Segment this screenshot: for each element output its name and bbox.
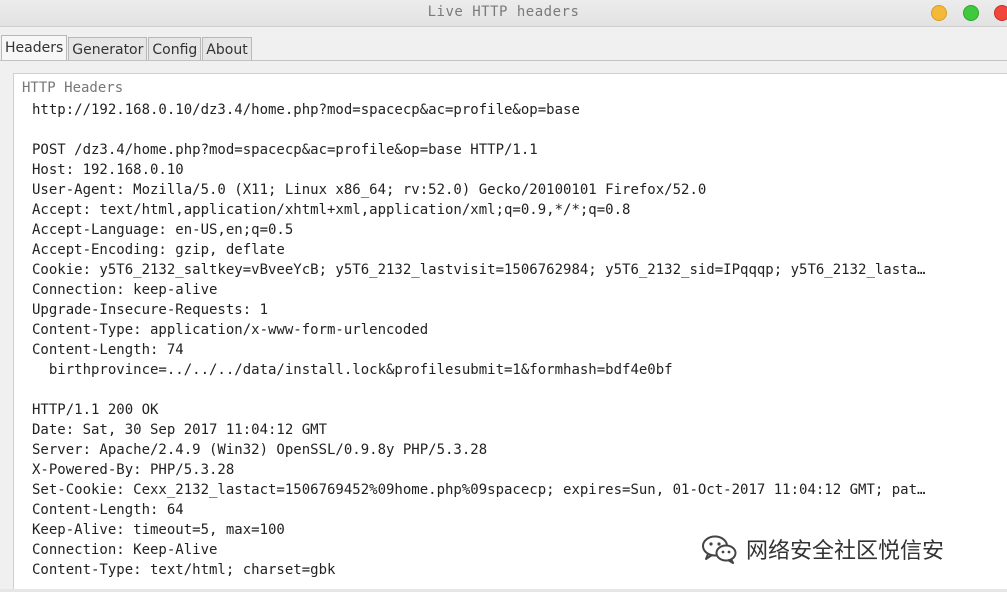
header-line: Server: Apache/2.4.9 (Win32) OpenSSL/0.9… (32, 442, 488, 458)
tab-generator[interactable]: Generator (68, 37, 148, 61)
tab-panel-border (0, 60, 1007, 61)
minimize-button[interactable] (931, 5, 947, 21)
group-title: HTTP Headers (22, 80, 124, 96)
header-line: Accept-Encoding: gzip, deflate (32, 242, 285, 258)
header-line: Host: 192.168.0.10 (32, 162, 184, 178)
header-line: Accept: text/html,application/xhtml+xml,… (32, 202, 631, 218)
header-line: Upgrade-Insecure-Requests: 1 (32, 302, 269, 318)
tab-config[interactable]: Config (148, 37, 202, 61)
header-line: Cookie: y5T6_2132_saltkey=vBveeYcB; y5T6… (32, 262, 926, 278)
header-line: X-Powered-By: PHP/5.3.28 (32, 462, 235, 478)
wechat-icon (702, 535, 737, 564)
header-line: Set-Cookie: Cexx_2132_lastact=1506769452… (32, 482, 926, 498)
header-line: Content-Length: 64 (32, 502, 184, 518)
header-line: HTTP/1.1 200 OK (32, 402, 159, 418)
title-bar: Live HTTP headers (0, 0, 1007, 27)
maximize-button[interactable] (963, 5, 979, 21)
watermark: 网络安全社区悦信安 (700, 531, 944, 567)
header-line: Content-Type: application/x-www-form-url… (32, 322, 429, 338)
tab-about[interactable]: About (202, 37, 252, 61)
watermark-text: 网络安全社区悦信安 (746, 539, 945, 564)
http-headers-group: HTTP Headers http://192.168.0.10/dz3.4/h… (13, 73, 1007, 590)
header-line: Date: Sat, 30 Sep 2017 11:04:12 GMT (32, 422, 328, 438)
header-line: Content-Length: 74 (32, 342, 184, 358)
header-line: birthprovince=../../../data/install.lock… (32, 362, 673, 378)
close-button[interactable] (994, 5, 1007, 21)
tab-headers[interactable]: Headers (1, 35, 68, 61)
tab-bar: Headers Generator Config About (1, 35, 253, 61)
header-line: http://192.168.0.10/dz3.4/home.php?mod=s… (32, 102, 580, 118)
header-text-area[interactable]: http://192.168.0.10/dz3.4/home.php?mod=s… (32, 100, 992, 580)
header-line: Connection: keep-alive (32, 282, 218, 298)
header-line: User-Agent: Mozilla/5.0 (X11; Linux x86_… (32, 182, 707, 198)
header-line: Accept-Language: en-US,en;q=0.5 (32, 222, 294, 238)
window-title: Live HTTP headers (427, 4, 580, 20)
header-line: POST /dz3.4/home.php?mod=spacecp&ac=prof… (32, 142, 538, 158)
